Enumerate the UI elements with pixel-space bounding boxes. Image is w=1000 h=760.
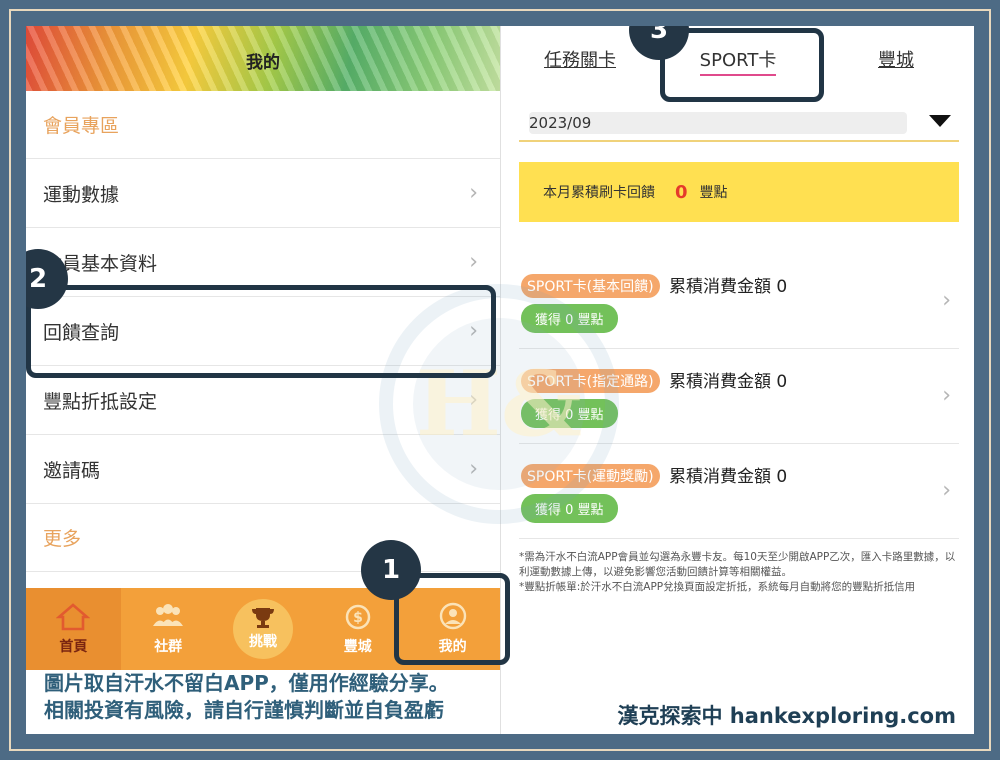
rewards-panel: 任務關卡 SPORT卡 豐城 2023/09 本月累積刷卡回饋 0 豐點 SPO… (500, 26, 974, 734)
tab-challenge[interactable]: 挑戰 (216, 588, 311, 670)
earned-badge: 獲得 0 豐點 (521, 494, 618, 523)
menu-item-sport-data[interactable]: 運動數據 › (26, 159, 500, 228)
chevron-right-icon: › (942, 383, 951, 408)
summary-unit: 豐點 (699, 185, 728, 201)
chevron-right-icon: › (469, 387, 478, 413)
people-icon (153, 604, 184, 626)
footnote: *需為汗水不白流APP會員並勾選為永豐卡友。每10天至少開啟APP乙次，匯入卡路… (519, 551, 956, 578)
menu-label: 運動數據 (43, 183, 120, 206)
home-icon (56, 603, 91, 631)
menu-label: 更多 (43, 528, 82, 550)
screenshot-canvas: 我的 會員專區 運動數據 › 會員基本資料 › 回饋查詢 › 豐點折抵設定 › (26, 26, 974, 734)
menu-label: 會員專區 (43, 115, 120, 137)
challenge-circle: 挑戰 (232, 599, 293, 659)
tab-label: 首頁 (59, 639, 88, 655)
menu-item-invite-code[interactable]: 邀請碼 › (26, 435, 500, 504)
page-title: 我的 (246, 53, 280, 73)
tab-label: 豐城 (343, 639, 372, 655)
tab-label: 任務關卡 (544, 50, 616, 71)
spend-amount: 累積消費金額 0 (669, 467, 788, 487)
footnotes: *需為汗水不白流APP會員並勾選為永豐卡友。每10天至少開啟APP乙次，匯入卡路… (519, 550, 959, 595)
svg-text:$: $ (353, 610, 363, 626)
tab-label: 挑戰 (248, 634, 277, 650)
chevron-right-icon: › (469, 456, 478, 482)
chevron-right-icon: › (469, 249, 478, 275)
chevron-right-icon: › (942, 288, 951, 313)
coin-icon: $ (345, 604, 371, 630)
reward-type-badge: SPORT卡(基本回饋) (521, 274, 660, 298)
chevron-right-icon: › (942, 478, 951, 503)
reward-item-basic[interactable]: SPORT卡(基本回饋) 累積消費金額 0 獲得 0 豐點 › (519, 254, 959, 349)
summary-points: 0 (675, 181, 688, 203)
tab-fengcheng[interactable]: 豐城 (817, 26, 974, 91)
brand-signature: 漢克探索中 hankexploring.com (617, 704, 956, 728)
reward-type-badge: SPORT卡(運動獎勵) (521, 464, 660, 488)
caption-line: 圖片取自汗水不留白APP，僅用作經驗分享。 (44, 671, 449, 695)
disclaimer-caption: 圖片取自汗水不留白APP，僅用作經驗分享。 相關投資有風險，請自行謹慎判斷並自負… (44, 670, 449, 724)
footnote: *豐點折帳單:於汗水不白流APP兌換頁面設定折抵，系統每月自動將您的豐點折抵信用 (519, 581, 916, 593)
month-value: 2023/09 (529, 112, 907, 134)
spend-amount: 累積消費金額 0 (669, 372, 788, 392)
callout-1: 1 (361, 540, 421, 600)
spend-amount: 累積消費金額 0 (669, 277, 788, 297)
tab-community[interactable]: 社群 (121, 588, 216, 670)
caret-down-icon[interactable] (929, 115, 951, 127)
monthly-summary: 本月累積刷卡回饋 0 豐點 (519, 162, 959, 222)
earned-badge: 獲得 0 豐點 (521, 304, 618, 333)
chevron-right-icon: › (469, 180, 478, 206)
my-page-header: 我的 (26, 26, 500, 91)
month-select[interactable]: 2023/09 (519, 108, 959, 142)
menu-label: 豐點折抵設定 (43, 390, 158, 413)
menu-item-more[interactable]: 更多 (26, 504, 500, 572)
earned-badge: 獲得 0 豐點 (521, 399, 618, 428)
highlight-rewards-query (26, 285, 496, 378)
tab-label: 豐城 (878, 50, 914, 71)
caption-line: 相關投資有風險，請自行謹慎判斷並自負盈虧 (44, 698, 444, 722)
tab-shop[interactable]: $ 豐城 (310, 588, 405, 670)
reward-item-sport[interactable]: SPORT卡(運動獎勵) 累積消費金額 0 獲得 0 豐點 › (519, 444, 959, 539)
tab-home[interactable]: 首頁 (26, 588, 121, 670)
reward-item-channel[interactable]: SPORT卡(指定通路) 累積消費金額 0 獲得 0 豐點 › (519, 349, 959, 444)
menu-section-member: 會員專區 (26, 91, 500, 159)
reward-type-badge: SPORT卡(指定通路) (521, 369, 660, 393)
menu-label: 邀請碼 (43, 459, 101, 482)
tab-label: 社群 (154, 639, 183, 655)
trophy-icon (251, 608, 274, 628)
summary-label: 本月累積刷卡回饋 (543, 185, 655, 201)
